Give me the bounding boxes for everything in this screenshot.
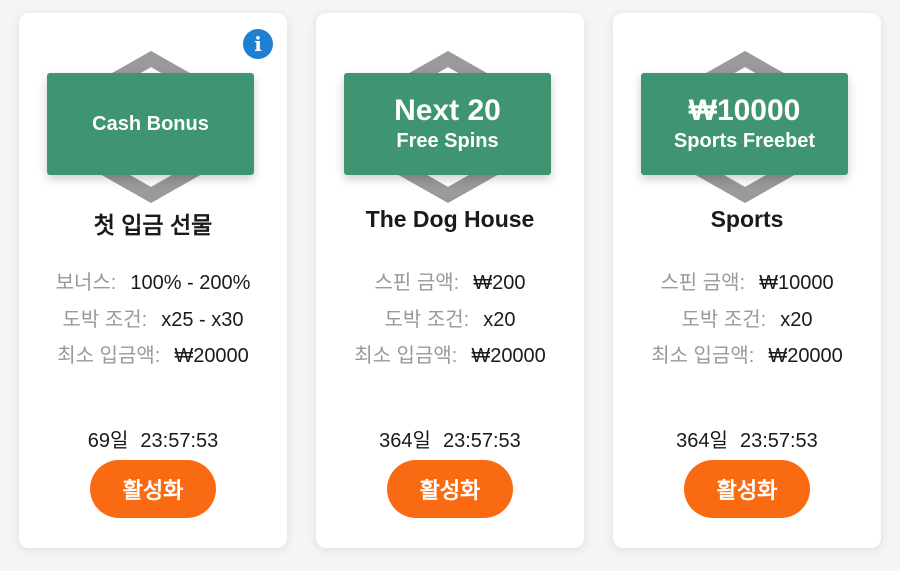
activate-button[interactable]: 활성화 [90,460,216,518]
detail-row: 보너스: 100% - 200% [19,266,287,303]
detail-row: 스핀 금액: ₩200 [316,266,584,303]
bonus-details: 보너스: 100% - 200% 도박 조건: x25 - x30 최소 입금액… [19,266,287,376]
detail-row: 최소 입금액: ₩20000 [613,339,881,376]
detail-value: ₩200 [473,272,526,294]
detail-row: 도박 조건: x25 - x30 [19,303,287,340]
detail-value: ₩20000 [768,345,843,367]
detail-row: 최소 입금액: ₩20000 [316,339,584,376]
badge-subtitle: Free Spins [396,130,499,152]
badge-main: ₩10000 [688,94,801,127]
badge-label: Next 20 Free Spins [344,73,551,175]
detail-label: 도박 조건: [681,308,767,331]
detail-label: 최소 입금액: [651,345,755,367]
bonus-card-cash-bonus: i Cash Bonus 첫 입금 선물 보너스: 100% - 200% 도박… [19,13,287,548]
badge-main: Next 20 [394,94,501,127]
card-title: Sports [710,206,784,232]
timer-days: 364일 [379,430,431,452]
badge-label: ₩10000 Sports Freebet [641,73,848,175]
timer-time: 23:57:53 [140,430,219,452]
detail-value: 100% - 200% [130,272,251,294]
detail-value: ₩10000 [759,272,834,294]
detail-value: x20 [780,308,813,331]
detail-label: 최소 입금액: [354,345,458,367]
timer-days: 364일 [676,430,728,452]
detail-label: 보너스: [55,272,117,294]
bonus-badge: Cash Bonus [47,51,257,203]
countdown-timer: 69일 23:57:53 [19,424,287,453]
bonus-badge: Next 20 Free Spins [344,51,554,203]
detail-row: 도박 조건: x20 [613,303,881,340]
detail-value: ₩20000 [174,345,249,367]
detail-value: ₩20000 [471,345,546,367]
countdown-timer: 364일 23:57:53 [316,424,584,453]
bonus-card-free-spins: Next 20 Free Spins The Dog House 스핀 금액: … [316,13,584,548]
detail-label: 도박 조건: [62,308,148,331]
detail-row: 도박 조건: x20 [316,303,584,340]
detail-value: x25 - x30 [161,308,244,331]
badge-subtitle: Cash Bonus [92,113,209,135]
bonus-cards: i Cash Bonus 첫 입금 선물 보너스: 100% - 200% 도박… [0,0,900,571]
timer-days: 69일 [87,430,129,452]
card-title: 첫 입금 선물 [93,212,213,238]
detail-row: 스핀 금액: ₩10000 [613,266,881,303]
detail-label: 스핀 금액: [374,272,460,294]
bonus-details: 스핀 금액: ₩10000 도박 조건: x20 최소 입금액: ₩20000 [613,266,881,376]
timer-time: 23:57:53 [442,430,521,452]
bonus-details: 스핀 금액: ₩200 도박 조건: x20 최소 입금액: ₩20000 [316,266,584,376]
bonus-card-sports-freebet: ₩10000 Sports Freebet Sports 스핀 금액: ₩100… [613,13,881,548]
detail-value: x20 [483,308,516,331]
detail-row: 최소 입금액: ₩20000 [19,339,287,376]
badge-subtitle: Sports Freebet [673,130,816,152]
activate-button[interactable]: 활성화 [684,460,810,518]
countdown-timer: 364일 23:57:53 [613,424,881,453]
activate-button[interactable]: 활성화 [387,460,513,518]
detail-label: 도박 조건: [384,308,470,331]
detail-label: 스핀 금액: [660,272,746,294]
detail-label: 최소 입금액: [57,345,161,367]
bonus-badge: ₩10000 Sports Freebet [641,51,851,203]
card-title: The Dog House [365,206,535,232]
timer-time: 23:57:53 [739,430,818,452]
badge-label: Cash Bonus [47,73,254,175]
